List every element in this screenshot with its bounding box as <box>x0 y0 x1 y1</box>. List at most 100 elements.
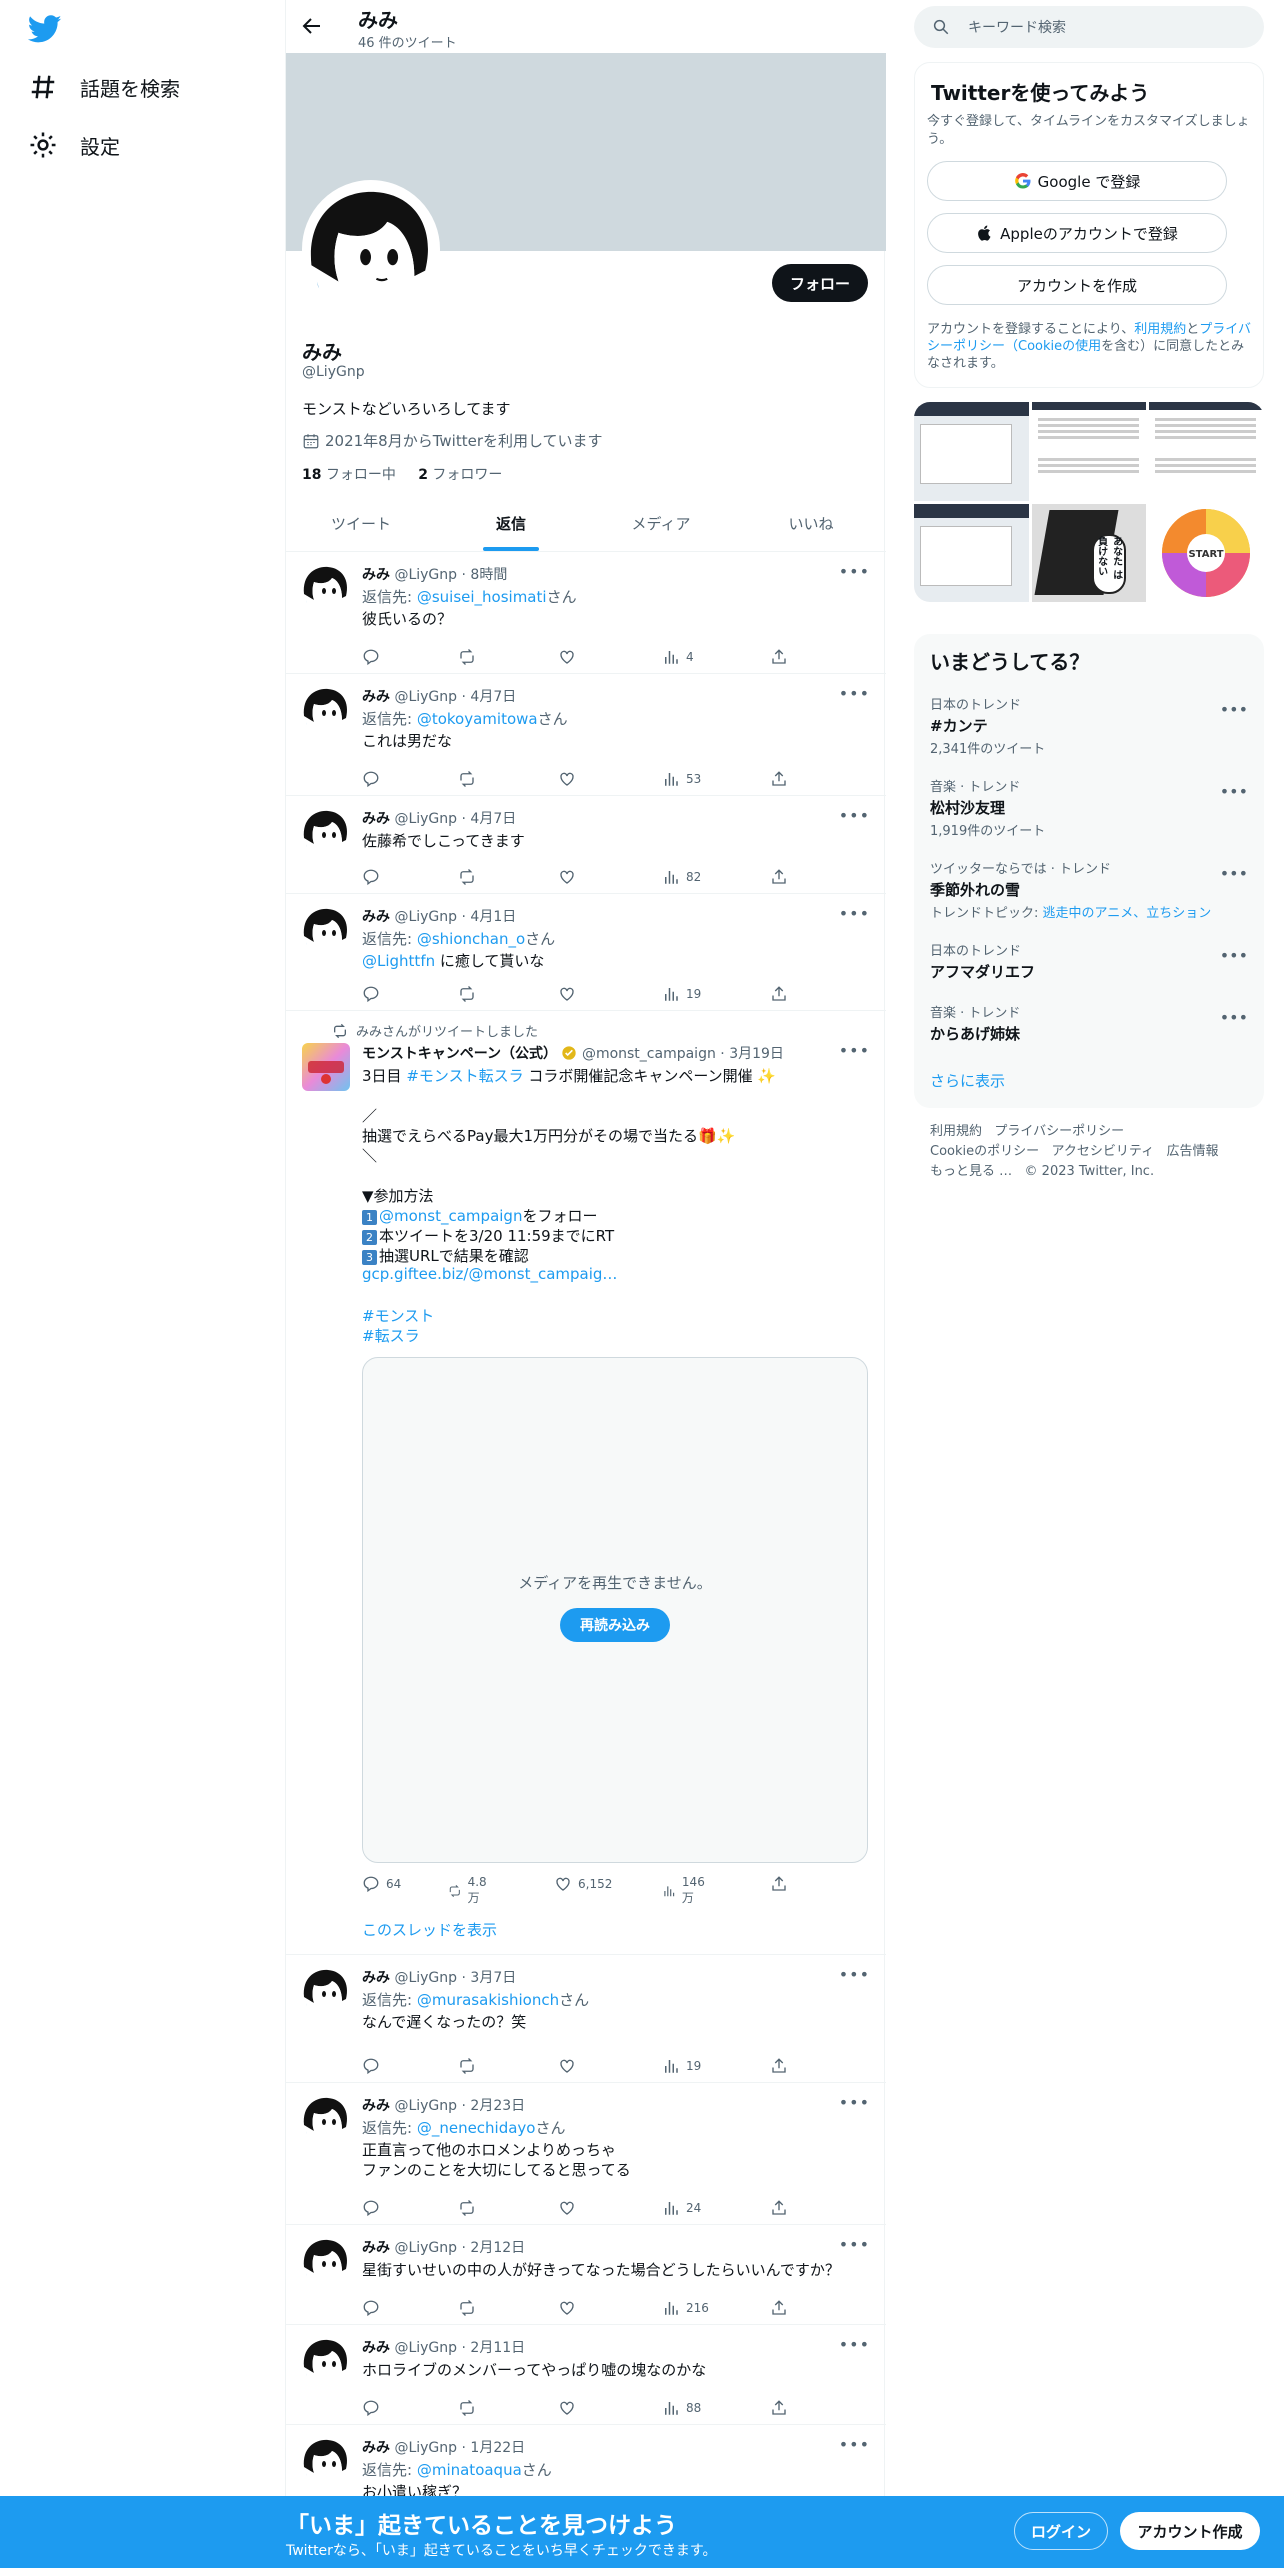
more-icon[interactable]: ••• <box>839 2335 870 2354</box>
twitter-bird-icon[interactable] <box>28 12 62 46</box>
more-icon[interactable]: ••• <box>1220 864 1248 883</box>
tweet-time[interactable]: 2月11日 <box>470 2340 525 2356</box>
author-name[interactable]: みみ <box>362 2340 390 2356</box>
reply-button[interactable]: 64 <box>362 1875 401 1893</box>
reply-button[interactable] <box>362 648 386 666</box>
tweet-time[interactable]: 1月22日 <box>470 2440 525 2456</box>
avatar[interactable] <box>302 2095 350 2143</box>
views-button[interactable]: 24 <box>662 2199 701 2217</box>
share-button[interactable] <box>770 2399 794 2417</box>
nav-explore[interactable]: 話題を検索 <box>28 67 180 107</box>
avatar[interactable] <box>302 906 350 954</box>
author-name[interactable]: みみ <box>362 811 390 827</box>
media-thumb-2[interactable] <box>1031 402 1147 501</box>
search-bar[interactable]: キーワード検索 <box>914 6 1264 48</box>
author-name[interactable]: みみ <box>362 567 390 583</box>
retweet-button[interactable] <box>458 868 482 886</box>
avatar[interactable] <box>302 2437 350 2485</box>
share-button[interactable] <box>770 2057 794 2075</box>
following-link[interactable]: 18 フォロー中 <box>302 467 396 483</box>
avatar[interactable] <box>302 686 350 734</box>
back-arrow-icon[interactable] <box>300 14 324 38</box>
views-button[interactable]: 4 <box>662 648 694 666</box>
retweet-button[interactable] <box>458 2057 482 2075</box>
google-signup-button[interactable]: Google で登録 <box>927 161 1227 201</box>
mention-link[interactable]: @Lighttfn <box>362 952 435 970</box>
avatar[interactable] <box>302 808 350 856</box>
more-icon[interactable]: ••• <box>1220 700 1248 719</box>
retweet-button[interactable] <box>458 2399 482 2417</box>
retweet-button[interactable] <box>458 2299 482 2317</box>
footer-terms[interactable]: 利用規約 <box>930 1124 982 1139</box>
author-name[interactable]: みみ <box>362 2440 390 2456</box>
tweet-time[interactable]: 4月7日 <box>470 689 516 705</box>
tweet-item[interactable]: みみ @LiyGnp · 3月7日 ••• 返信先: @murasakishionc… <box>286 1955 886 2083</box>
trend-topic-links[interactable]: 逃走中のアニメ、立ちション <box>1043 906 1212 921</box>
views-button[interactable]: 216 <box>662 2299 709 2317</box>
avatar[interactable] <box>302 1967 350 2015</box>
follow-button[interactable]: フォロー <box>771 264 868 302</box>
mention-link[interactable]: @monst_campaign <box>379 1207 522 1225</box>
retweet-button[interactable] <box>458 2199 482 2217</box>
reply-to-link[interactable]: @shionchan_o <box>417 930 525 948</box>
tweet-item[interactable]: みみ @LiyGnp · 2月23日 ••• 返信先: @_nenechidayoさ… <box>286 2083 886 2225</box>
tweet-item[interactable]: みみ @LiyGnp · 4月1日 ••• 返信先: @shionchan_oさん @… <box>286 894 886 1011</box>
more-icon[interactable]: ••• <box>839 2235 870 2254</box>
retweet-button[interactable]: 4.8万 <box>448 1875 491 1906</box>
terms-link[interactable]: 利用規約 <box>1134 322 1186 337</box>
views-button[interactable]: 146万 <box>662 1875 709 1906</box>
like-button[interactable] <box>558 770 582 788</box>
tab-tweets[interactable]: ツイート <box>286 496 436 551</box>
tweet-time[interactable]: 8時間 <box>470 567 507 583</box>
more-icon[interactable]: ••• <box>839 1041 870 1060</box>
followers-link[interactable]: 2 フォロワー <box>418 467 502 483</box>
like-button[interactable] <box>558 2399 582 2417</box>
avatar[interactable] <box>302 564 350 612</box>
show-thread-link[interactable]: このスレッドを表示 <box>362 1919 497 1940</box>
retweet-button[interactable] <box>458 770 482 788</box>
media-thumb-3[interactable] <box>1149 402 1264 501</box>
tab-likes[interactable]: いいね <box>736 496 886 551</box>
reply-button[interactable] <box>362 985 386 1003</box>
profile-avatar[interactable] <box>302 180 440 318</box>
author-name[interactable]: みみ <box>362 909 390 925</box>
footer-accessibility[interactable]: アクセシビリティ <box>1052 1144 1155 1159</box>
trend-item[interactable]: 音楽 · トレンド からあげ姉妹 ••• <box>930 1002 1248 1044</box>
reply-button[interactable] <box>362 2299 386 2317</box>
media-thumb-1[interactable] <box>914 402 1029 501</box>
more-icon[interactable]: ••• <box>839 1965 870 1984</box>
show-more-link[interactable]: さらに表示 <box>930 1070 1005 1091</box>
reload-button[interactable]: 再読み込み <box>560 1608 670 1642</box>
share-button[interactable] <box>770 770 794 788</box>
share-button[interactable] <box>770 868 794 886</box>
tab-media[interactable]: メディア <box>586 496 736 551</box>
reply-to-link[interactable]: @tokoyamitowa <box>417 710 538 728</box>
author-name[interactable]: みみ <box>362 2240 390 2256</box>
trend-item[interactable]: ツイッターならでは · トレンド 季節外れの雪 トレンドトピック: 逃走中のアニメ、… <box>930 858 1248 921</box>
reply-to-link[interactable]: @minatoaqua <box>417 2461 522 2479</box>
retweet-item[interactable]: みみさんがリツイートしました モンストキャンペーン（公式） @monst_cam… <box>286 1011 886 1955</box>
tweet-item[interactable]: みみ @LiyGnp · 4月7日 ••• 佐藤希でしこってきます 82 <box>286 796 886 894</box>
nav-settings[interactable]: 設定 <box>28 125 120 165</box>
reply-button[interactable] <box>362 2399 386 2417</box>
author-name[interactable]: みみ <box>362 1970 390 1986</box>
avatar[interactable] <box>302 2337 350 2385</box>
retweet-button[interactable] <box>458 985 482 1003</box>
reply-to-link[interactable]: @murasakishionch <box>417 1991 559 2009</box>
like-button[interactable] <box>558 2057 582 2075</box>
tweet-time[interactable]: 4月7日 <box>470 811 516 827</box>
views-button[interactable]: 19 <box>662 2057 701 2075</box>
footer-privacy[interactable]: プライバシーポリシー <box>994 1124 1124 1139</box>
hashtag-link[interactable]: #モンスト転スラ <box>406 1067 523 1085</box>
reply-to-link[interactable]: @_nenechidayo <box>417 2119 536 2137</box>
search-input[interactable]: キーワード検索 <box>968 17 1066 37</box>
tweet-url-link[interactable]: gcp.giftee.biz/@monst_campaig… <box>362 1265 617 1283</box>
like-button[interactable] <box>558 2299 582 2317</box>
like-button[interactable]: 6,152 <box>554 1875 612 1893</box>
views-button[interactable]: 82 <box>662 868 701 886</box>
like-button[interactable] <box>558 648 582 666</box>
reply-button[interactable] <box>362 868 386 886</box>
media-thumb-4[interactable] <box>914 503 1029 602</box>
media-thumb-manga[interactable]: あなた は 負けない <box>1031 503 1147 602</box>
views-button[interactable]: 88 <box>662 2399 701 2417</box>
